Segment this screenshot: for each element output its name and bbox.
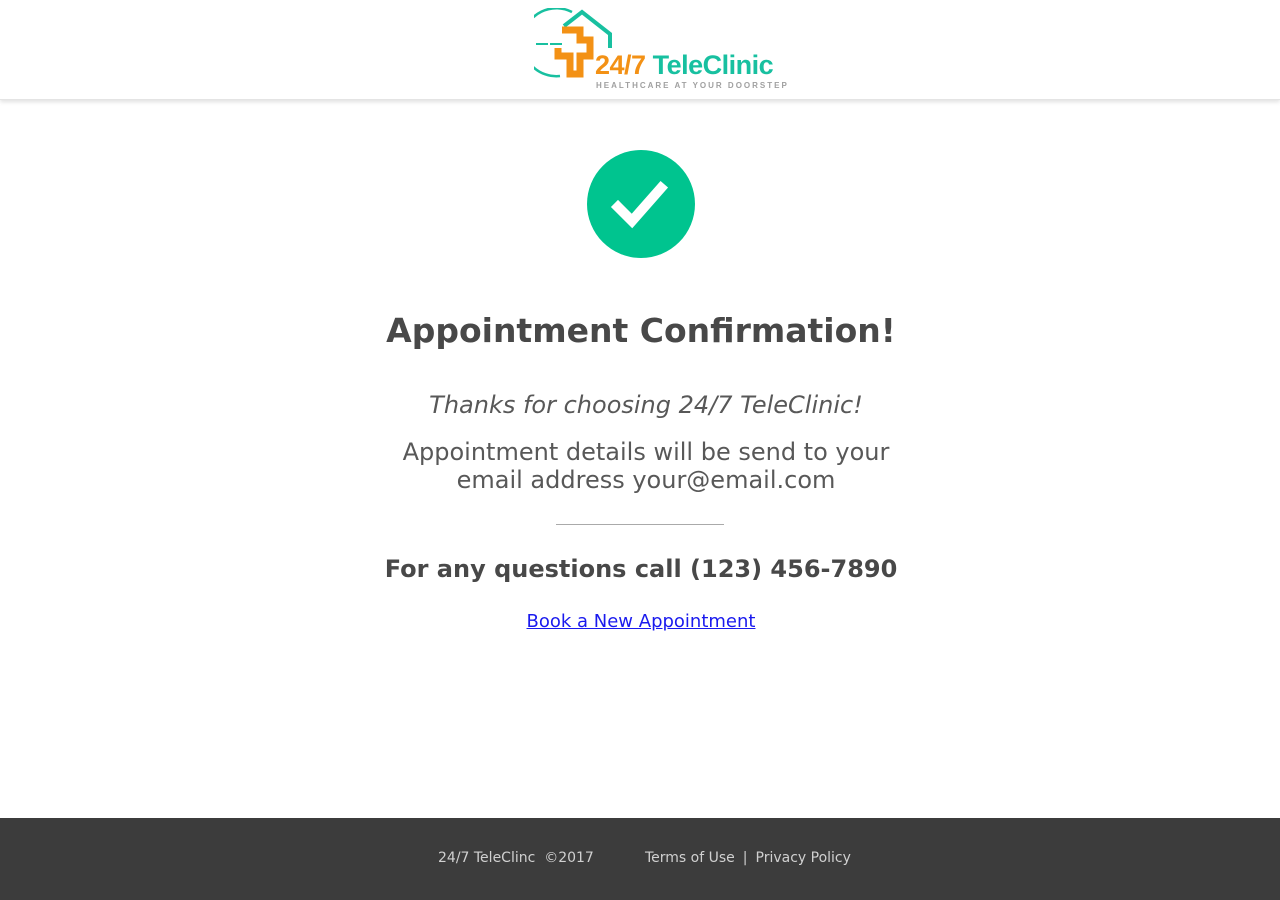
privacy-policy-link[interactable]: Privacy Policy	[756, 850, 851, 866]
check-circle-icon	[587, 150, 695, 258]
site-header: 24/7 TeleClinic HEALTHCARE AT YOUR DOORS…	[0, 0, 1280, 100]
appointment-details-message: Appointment details will be send to your…	[402, 438, 890, 494]
thanks-message: Thanks for choosing 24/7 TeleClinic!	[429, 391, 863, 419]
section-divider	[556, 524, 724, 525]
confirmation-section: Appointment Confirmation! Thanks for cho…	[0, 100, 1280, 818]
page-title: Appointment Confirmation!	[386, 311, 896, 350]
logo-brand-number: 24/7	[595, 50, 646, 80]
logo-brand-name: TeleClinic	[652, 50, 774, 80]
page: 24/7 TeleClinic HEALTHCARE AT YOUR DOORS…	[0, 0, 1280, 900]
site-footer: 24/7 TeleClinc ©2017 Terms of Use | Privac…	[0, 818, 1280, 900]
book-link-wrapper: Book a New Appointment	[0, 607, 1280, 637]
footer-link-separator: |	[742, 850, 748, 866]
logo-tagline: HEALTHCARE AT YOUR DOORSTEP	[596, 81, 789, 90]
teleclinic-logo[interactable]: 24/7 TeleClinic HEALTHCARE AT YOUR DOORS…	[534, 8, 789, 92]
checkmark-icon	[610, 180, 669, 229]
terms-of-use-link[interactable]: Terms of Use	[645, 850, 735, 866]
logo-wordmark: 24/7 TeleClinic	[595, 50, 774, 80]
footer-links: Terms of Use | Privacy Policy	[645, 848, 851, 868]
support-phone-message: For any questions call (123) 456-7890	[384, 555, 898, 583]
footer-copyright: 24/7 TeleClinc ©2017	[438, 850, 594, 866]
book-new-appointment-link[interactable]: Book a New Appointment	[527, 611, 756, 632]
